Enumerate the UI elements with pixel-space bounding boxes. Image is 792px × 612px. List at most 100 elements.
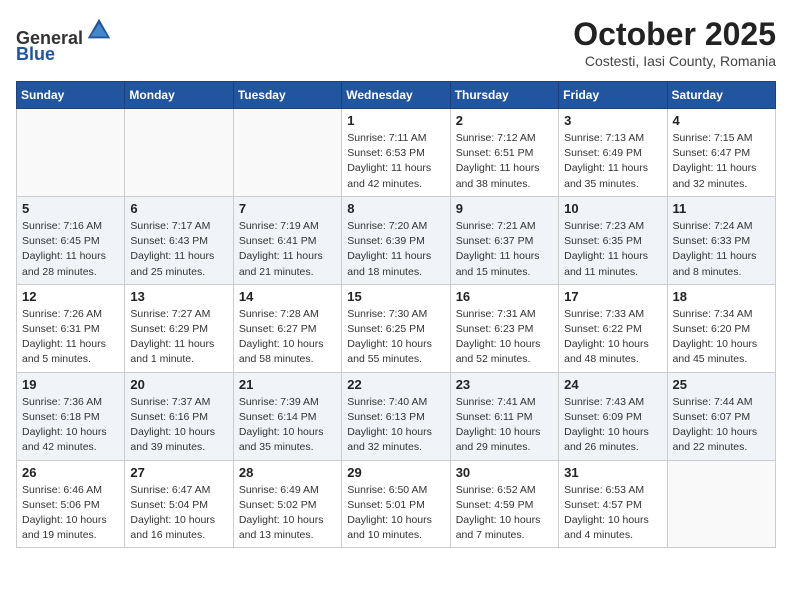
calendar-cell: 25 Sunrise: 7:44 AM Sunset: 6:07 PM Dayli… bbox=[667, 372, 775, 460]
day-info: Sunrise: 7:13 AM Sunset: 6:49 PM Dayligh… bbox=[564, 131, 661, 192]
day-info: Sunrise: 7:43 AM Sunset: 6:09 PM Dayligh… bbox=[564, 395, 661, 456]
day-info: Sunrise: 7:27 AM Sunset: 6:29 PM Dayligh… bbox=[130, 307, 227, 368]
day-info: Sunrise: 7:37 AM Sunset: 6:16 PM Dayligh… bbox=[130, 395, 227, 456]
day-info: Sunrise: 6:47 AM Sunset: 5:04 PM Dayligh… bbox=[130, 483, 227, 544]
logo-blue-text: Blue bbox=[16, 44, 55, 64]
day-number: 21 bbox=[239, 377, 336, 392]
day-number: 1 bbox=[347, 113, 444, 128]
day-info: Sunrise: 7:40 AM Sunset: 6:13 PM Dayligh… bbox=[347, 395, 444, 456]
calendar-cell bbox=[667, 460, 775, 548]
day-info: Sunrise: 7:24 AM Sunset: 6:33 PM Dayligh… bbox=[673, 219, 770, 280]
calendar-cell: 7Sunrise: 7:19 AM Sunset: 6:41 PM Daylig… bbox=[233, 196, 341, 284]
calendar-cell: 16 Sunrise: 7:31 AM Sunset: 6:23 PM Dayli… bbox=[450, 284, 558, 372]
day-info: Sunrise: 7:30 AM Sunset: 6:25 PM Dayligh… bbox=[347, 307, 444, 368]
calendar-cell: 18 Sunrise: 7:34 AM Sunset: 6:20 PM Dayli… bbox=[667, 284, 775, 372]
weekday-header-monday: Monday bbox=[125, 82, 233, 109]
calendar-cell: 14 Sunrise: 7:28 AM Sunset: 6:27 PM Dayli… bbox=[233, 284, 341, 372]
day-number: 14 bbox=[239, 289, 336, 304]
page-title: October 2025 bbox=[573, 16, 776, 53]
calendar-week-row: 5 Sunrise: 7:16 AM Sunset: 6:45 PM Daylig… bbox=[17, 196, 776, 284]
weekday-header-friday: Friday bbox=[559, 82, 667, 109]
day-number: 28 bbox=[239, 465, 336, 480]
day-info: Sunrise: 7:16 AM Sunset: 6:45 PM Dayligh… bbox=[22, 219, 119, 280]
calendar-cell: 22 Sunrise: 7:40 AM Sunset: 6:13 PM Dayli… bbox=[342, 372, 450, 460]
weekday-header-sunday: Sunday bbox=[17, 82, 125, 109]
day-number: 19 bbox=[22, 377, 119, 392]
day-number: 31 bbox=[564, 465, 661, 480]
weekday-header-saturday: Saturday bbox=[667, 82, 775, 109]
day-number: 25 bbox=[673, 377, 770, 392]
calendar-cell: 24 Sunrise: 7:43 AM Sunset: 6:09 PM Dayli… bbox=[559, 372, 667, 460]
weekday-header-row: SundayMondayTuesdayWednesdayThursdayFrid… bbox=[17, 82, 776, 109]
day-info: Sunrise: 7:36 AM Sunset: 6:18 PM Dayligh… bbox=[22, 395, 119, 456]
calendar-cell: 23 Sunrise: 7:41 AM Sunset: 6:11 PM Dayli… bbox=[450, 372, 558, 460]
day-info: Sunrise: 7:28 AM Sunset: 6:27 PM Dayligh… bbox=[239, 307, 336, 368]
day-number: 27 bbox=[130, 465, 227, 480]
calendar-cell bbox=[125, 109, 233, 197]
day-info: Sunrise: 7:17 AM Sunset: 6:43 PM Dayligh… bbox=[130, 219, 227, 280]
day-info: Sunrise: 6:53 AM Sunset: 4:57 PM Dayligh… bbox=[564, 483, 661, 544]
day-info: Sunrise: 7:34 AM Sunset: 6:20 PM Dayligh… bbox=[673, 307, 770, 368]
day-info: Sunrise: 7:39 AM Sunset: 6:14 PM Dayligh… bbox=[239, 395, 336, 456]
day-number: 16 bbox=[456, 289, 553, 304]
calendar-cell: 15Sunrise: 7:30 AM Sunset: 6:25 PM Dayli… bbox=[342, 284, 450, 372]
calendar-cell: 4 Sunrise: 7:15 AM Sunset: 6:47 PM Daylig… bbox=[667, 109, 775, 197]
calendar-cell: 26 Sunrise: 6:46 AM Sunset: 5:06 PM Dayli… bbox=[17, 460, 125, 548]
day-info: Sunrise: 6:46 AM Sunset: 5:06 PM Dayligh… bbox=[22, 483, 119, 544]
day-info: Sunrise: 7:41 AM Sunset: 6:11 PM Dayligh… bbox=[456, 395, 553, 456]
day-info: Sunrise: 7:26 AM Sunset: 6:31 PM Dayligh… bbox=[22, 307, 119, 368]
day-info: Sunrise: 6:50 AM Sunset: 5:01 PM Dayligh… bbox=[347, 483, 444, 544]
day-info: Sunrise: 7:11 AM Sunset: 6:53 PM Dayligh… bbox=[347, 131, 444, 192]
day-number: 24 bbox=[564, 377, 661, 392]
calendar-cell: 8Sunrise: 7:20 AM Sunset: 6:39 PM Daylig… bbox=[342, 196, 450, 284]
calendar-cell: 11Sunrise: 7:24 AM Sunset: 6:33 PM Dayli… bbox=[667, 196, 775, 284]
day-number: 9 bbox=[456, 201, 553, 216]
page-header: General Blue October 2025 Costesti, Iasi… bbox=[16, 16, 776, 69]
logo: General Blue bbox=[16, 16, 113, 65]
day-info: Sunrise: 7:44 AM Sunset: 6:07 PM Dayligh… bbox=[673, 395, 770, 456]
day-info: Sunrise: 7:12 AM Sunset: 6:51 PM Dayligh… bbox=[456, 131, 553, 192]
calendar-week-row: 26 Sunrise: 6:46 AM Sunset: 5:06 PM Dayli… bbox=[17, 460, 776, 548]
day-number: 18 bbox=[673, 289, 770, 304]
day-number: 26 bbox=[22, 465, 119, 480]
calendar-cell: 3 Sunrise: 7:13 AM Sunset: 6:49 PM Daylig… bbox=[559, 109, 667, 197]
day-number: 5 bbox=[22, 201, 119, 216]
calendar-cell: 20Sunrise: 7:37 AM Sunset: 6:16 PM Dayli… bbox=[125, 372, 233, 460]
page-subtitle: Costesti, Iasi County, Romania bbox=[573, 53, 776, 69]
day-info: Sunrise: 7:23 AM Sunset: 6:35 PM Dayligh… bbox=[564, 219, 661, 280]
day-number: 12 bbox=[22, 289, 119, 304]
day-number: 10 bbox=[564, 201, 661, 216]
calendar-cell bbox=[17, 109, 125, 197]
day-number: 22 bbox=[347, 377, 444, 392]
title-block: October 2025 Costesti, Iasi County, Roma… bbox=[573, 16, 776, 69]
calendar-cell: 13Sunrise: 7:27 AM Sunset: 6:29 PM Dayli… bbox=[125, 284, 233, 372]
calendar-cell: 9 Sunrise: 7:21 AM Sunset: 6:37 PM Daylig… bbox=[450, 196, 558, 284]
calendar-cell: 6 Sunrise: 7:17 AM Sunset: 6:43 PM Daylig… bbox=[125, 196, 233, 284]
day-number: 23 bbox=[456, 377, 553, 392]
calendar-week-row: 12 Sunrise: 7:26 AM Sunset: 6:31 PM Dayli… bbox=[17, 284, 776, 372]
calendar-cell: 19 Sunrise: 7:36 AM Sunset: 6:18 PM Dayli… bbox=[17, 372, 125, 460]
calendar-cell: 1 Sunrise: 7:11 AM Sunset: 6:53 PM Daylig… bbox=[342, 109, 450, 197]
weekday-header-tuesday: Tuesday bbox=[233, 82, 341, 109]
day-info: Sunrise: 7:19 AM Sunset: 6:41 PM Dayligh… bbox=[239, 219, 336, 280]
calendar-cell bbox=[233, 109, 341, 197]
day-number: 3 bbox=[564, 113, 661, 128]
day-number: 2 bbox=[456, 113, 553, 128]
calendar-cell: 31 Sunrise: 6:53 AM Sunset: 4:57 PM Dayli… bbox=[559, 460, 667, 548]
day-info: Sunrise: 6:52 AM Sunset: 4:59 PM Dayligh… bbox=[456, 483, 553, 544]
day-info: Sunrise: 7:20 AM Sunset: 6:39 PM Dayligh… bbox=[347, 219, 444, 280]
day-info: Sunrise: 7:15 AM Sunset: 6:47 PM Dayligh… bbox=[673, 131, 770, 192]
calendar-cell: 28Sunrise: 6:49 AM Sunset: 5:02 PM Dayli… bbox=[233, 460, 341, 548]
calendar-cell: 5 Sunrise: 7:16 AM Sunset: 6:45 PM Daylig… bbox=[17, 196, 125, 284]
calendar-cell: 12 Sunrise: 7:26 AM Sunset: 6:31 PM Dayli… bbox=[17, 284, 125, 372]
weekday-header-wednesday: Wednesday bbox=[342, 82, 450, 109]
day-number: 4 bbox=[673, 113, 770, 128]
day-info: Sunrise: 7:21 AM Sunset: 6:37 PM Dayligh… bbox=[456, 219, 553, 280]
calendar-cell: 10 Sunrise: 7:23 AM Sunset: 6:35 PM Dayli… bbox=[559, 196, 667, 284]
day-number: 30 bbox=[456, 465, 553, 480]
calendar-cell: 2 Sunrise: 7:12 AM Sunset: 6:51 PM Daylig… bbox=[450, 109, 558, 197]
day-number: 17 bbox=[564, 289, 661, 304]
day-number: 6 bbox=[130, 201, 227, 216]
logo-icon bbox=[85, 16, 113, 44]
day-info: Sunrise: 7:31 AM Sunset: 6:23 PM Dayligh… bbox=[456, 307, 553, 368]
